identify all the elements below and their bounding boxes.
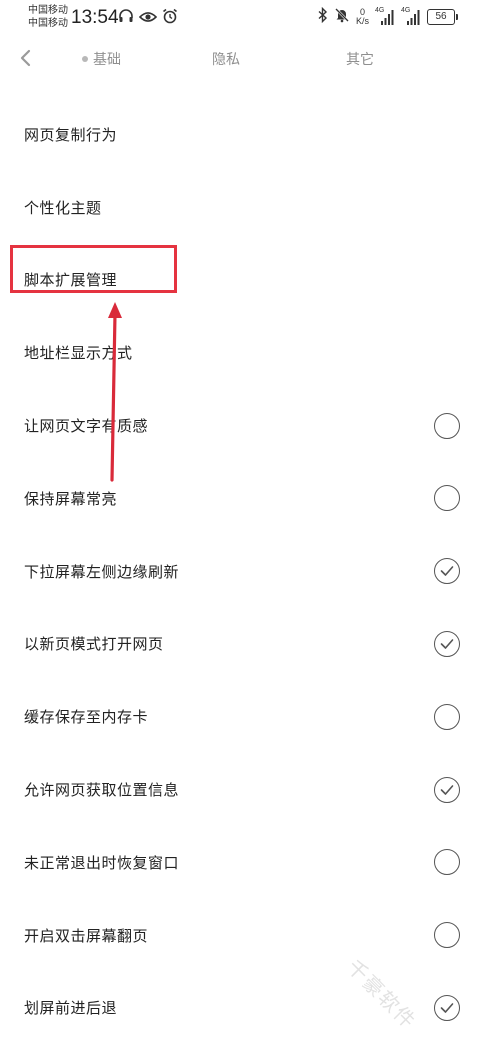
setting-allow-location[interactable]: 允许网页获取位置信息 (0, 753, 480, 826)
setting-restore-window[interactable]: 未正常退出时恢复窗口 (0, 826, 480, 899)
bluetooth-icon (318, 6, 328, 27)
signal-2-tag: 4G (401, 7, 411, 14)
settings-list: 网页复制行为 个性化主题 脚本扩展管理 地址栏显示方式 让网页文字有质感 保持屏… (0, 98, 480, 1044)
headphones-icon (118, 8, 134, 28)
carrier-names: 中国移动 中国移动 (28, 4, 68, 30)
clock: 13:54 (71, 7, 119, 28)
checkmark-icon (440, 784, 454, 795)
setting-address-bar-display[interactable]: 地址栏显示方式 (0, 316, 480, 389)
tab-other[interactable]: 其它 (346, 49, 374, 69)
tab-basic[interactable]: 基础 (82, 49, 121, 69)
setting-label: 网页复制行为 (24, 125, 118, 144)
signal-1: 4G (375, 7, 395, 26)
toggle-off[interactable] (434, 922, 460, 949)
checkmark-icon (440, 566, 454, 576)
chevron-left-icon (20, 49, 31, 67)
setting-pull-edge-refresh[interactable]: 下拉屏幕左侧边缘刷新 (0, 535, 480, 608)
setting-swipe-navigation[interactable]: 划屏前进后退 (0, 972, 480, 1044)
setting-label: 开启双击屏幕翻页 (24, 926, 149, 945)
signal-2: 4G (401, 7, 421, 26)
setting-label: 下拉屏幕左侧边缘刷新 (24, 562, 180, 581)
toggle-on[interactable] (434, 558, 460, 585)
setting-keep-screen-on[interactable]: 保持屏幕常亮 (0, 462, 480, 535)
active-tab-dot (82, 56, 88, 62)
setting-label: 未正常退出时恢复窗口 (24, 853, 180, 872)
settings-tab-header: 基础 隐私 其它 (0, 38, 480, 82)
setting-personal-theme[interactable]: 个性化主题 (0, 171, 480, 244)
setting-label: 缓存保存至内存卡 (24, 708, 149, 727)
setting-label: 以新页模式打开网页 (24, 635, 164, 654)
setting-text-texture[interactable]: 让网页文字有质感 (0, 389, 480, 462)
setting-label: 保持屏幕常亮 (24, 489, 118, 508)
setting-cache-to-sdcard[interactable]: 缓存保存至内存卡 (0, 680, 480, 753)
setting-label: 脚本扩展管理 (24, 271, 118, 290)
tab-privacy-label: 隐私 (212, 52, 240, 68)
status-bar: 中国移动 中国移动 13:54 0 K/s 4G 4G 56 (0, 0, 480, 38)
status-left-icons (118, 8, 178, 28)
eye-icon (138, 9, 158, 28)
setting-label: 地址栏显示方式 (24, 344, 133, 363)
setting-label: 划屏前进后退 (24, 999, 118, 1018)
setting-label: 允许网页获取位置信息 (24, 781, 180, 800)
toggle-off[interactable] (434, 703, 460, 730)
status-right-icons: 0 K/s 4G 4G 56 (318, 6, 458, 27)
setting-webpage-copy-behavior[interactable]: 网页复制行为 (0, 98, 480, 171)
toggle-on[interactable] (434, 994, 460, 1021)
network-speed: 0 K/s (356, 8, 369, 26)
checkmark-icon (440, 639, 454, 649)
network-speed-unit: K/s (355, 16, 369, 26)
carrier-1: 中国移动 (28, 5, 68, 16)
signal-1-tag: 4G (375, 7, 385, 14)
setting-label: 让网页文字有质感 (24, 417, 149, 436)
checkmark-icon (440, 1003, 454, 1013)
alarm-icon (162, 8, 178, 28)
battery-indicator: 56 (427, 9, 458, 25)
toggle-off[interactable] (434, 849, 460, 876)
toggle-on[interactable] (434, 630, 460, 657)
setting-script-extension-management[interactable]: 脚本扩展管理 (0, 244, 480, 317)
setting-label: 个性化主题 (24, 198, 102, 217)
carrier-2: 中国移动 (28, 18, 68, 29)
tab-privacy[interactable]: 隐私 (212, 49, 240, 69)
tab-other-label: 其它 (346, 52, 374, 68)
mute-icon (334, 7, 350, 27)
setting-double-tap-page-turn[interactable]: 开启双击屏幕翻页 (0, 899, 480, 972)
tab-basic-label: 基础 (93, 52, 121, 68)
setting-open-in-new-page[interactable]: 以新页模式打开网页 (0, 608, 480, 681)
toggle-on[interactable] (434, 776, 460, 803)
back-button[interactable] (14, 47, 36, 69)
toggle-off[interactable] (434, 412, 460, 439)
toggle-off[interactable] (434, 485, 460, 512)
